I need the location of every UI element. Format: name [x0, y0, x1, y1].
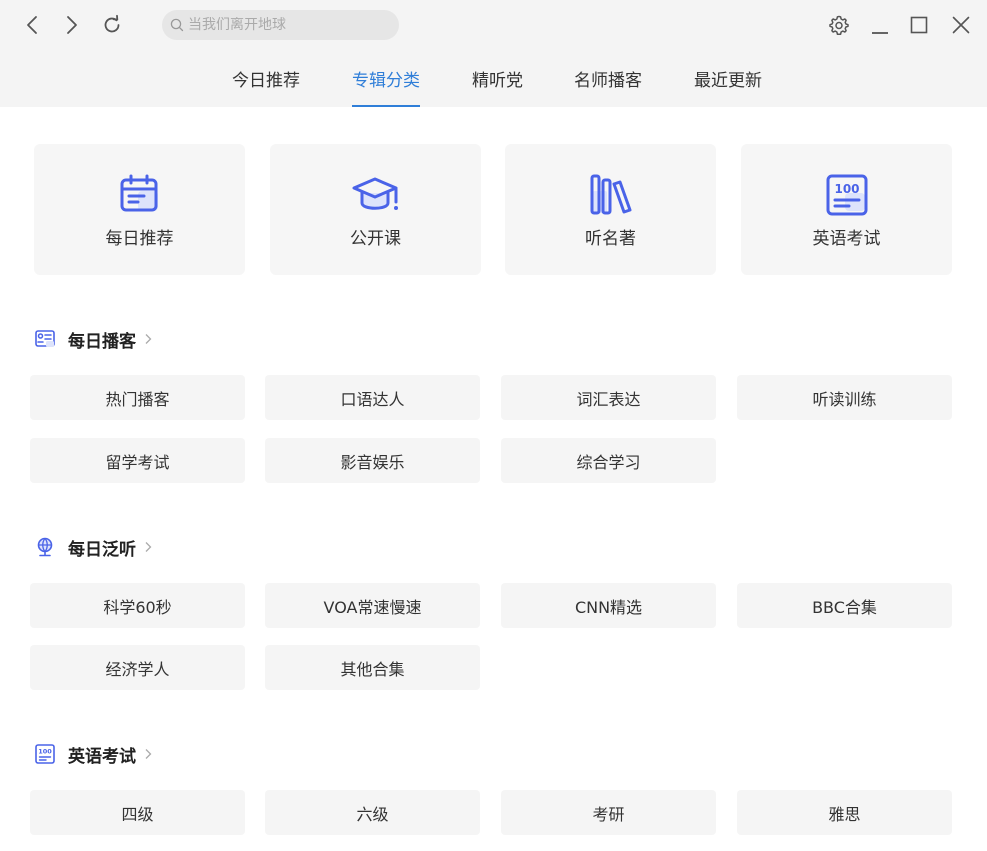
- exam-100-icon: 100: [35, 744, 55, 764]
- section-title: 每日泛听: [68, 539, 136, 560]
- refresh-icon: [104, 14, 120, 33]
- chip-other-collections[interactable]: 其他合集: [265, 645, 480, 690]
- chevron-left-icon: [27, 16, 37, 34]
- category-label: 公开课: [350, 229, 401, 249]
- tab-bar: 今日推荐 专辑分类 精听党 名师播客 最近更新: [0, 66, 987, 107]
- podcast-card-icon: [35, 330, 55, 347]
- section-header-english-exam[interactable]: 100 英语考试: [34, 741, 154, 767]
- chip-vocabulary[interactable]: 词汇表达: [501, 375, 716, 420]
- chevron-right-icon: [145, 749, 152, 759]
- tab-teacher-podcasts[interactable]: 名师播客: [574, 66, 642, 107]
- search-icon: [170, 18, 184, 32]
- exam-100-icon: 100: [826, 174, 867, 216]
- maximize-icon: [910, 16, 928, 34]
- chip-cnn[interactable]: CNN精选: [501, 583, 716, 628]
- chip-ielts[interactable]: 雅思: [737, 790, 952, 835]
- category-card-english-exam[interactable]: 100 英语考试: [741, 144, 952, 275]
- chip-general-study[interactable]: 综合学习: [501, 438, 716, 483]
- chip-economist[interactable]: 经济学人: [30, 645, 245, 690]
- svg-text:100: 100: [834, 182, 859, 196]
- category-card-classics[interactable]: 听名著: [505, 144, 716, 275]
- active-tab-underline: [352, 105, 420, 107]
- chip-study-abroad[interactable]: 留学考试: [30, 438, 245, 483]
- svg-text:100: 100: [38, 748, 52, 756]
- search-input[interactable]: [188, 17, 388, 33]
- chip-entertainment[interactable]: 影音娱乐: [265, 438, 480, 483]
- close-icon: [952, 16, 970, 34]
- category-card-open-course[interactable]: 公开课: [270, 144, 481, 275]
- graduation-cap-icon: [352, 177, 398, 210]
- title-bar: 今日推荐 专辑分类 精听党 名师播客 最近更新: [0, 0, 987, 107]
- section-title: 每日播客: [68, 331, 136, 352]
- chip-speaking[interactable]: 口语达人: [265, 375, 480, 420]
- chip-cet4[interactable]: 四级: [30, 790, 245, 835]
- settings-button[interactable]: [826, 12, 852, 38]
- books-icon: [590, 174, 631, 215]
- forward-button[interactable]: [58, 12, 84, 38]
- chip-voa[interactable]: VOA常速慢速: [265, 583, 480, 628]
- maximize-button[interactable]: [906, 12, 932, 38]
- close-button[interactable]: [948, 12, 974, 38]
- section-title: 英语考试: [68, 746, 136, 767]
- section-header-daily-podcast[interactable]: 每日播客: [34, 326, 154, 352]
- minimize-button[interactable]: [867, 12, 893, 38]
- chevron-right-icon: [145, 542, 152, 552]
- section-header-daily-extensive[interactable]: 每日泛听: [34, 534, 154, 560]
- calendar-icon: [120, 174, 158, 212]
- tab-today-recommend[interactable]: 今日推荐: [232, 66, 300, 107]
- minimize-icon: [872, 32, 888, 34]
- tab-album-categories[interactable]: 专辑分类: [352, 66, 420, 107]
- chip-bbc[interactable]: BBC合集: [737, 583, 952, 628]
- chevron-right-icon: [67, 16, 77, 34]
- search-bar[interactable]: [162, 10, 399, 40]
- chevron-right-icon: [145, 334, 152, 344]
- category-label: 英语考试: [812, 229, 881, 249]
- tab-intensive-listening[interactable]: 精听党: [472, 66, 523, 107]
- chip-hot-podcast[interactable]: 热门播客: [30, 375, 245, 420]
- tab-recent-updates[interactable]: 最近更新: [694, 66, 762, 107]
- chip-cet6[interactable]: 六级: [265, 790, 480, 835]
- back-button[interactable]: [20, 12, 46, 38]
- category-card-daily-recommend[interactable]: 每日推荐: [34, 144, 245, 275]
- chip-listen-read[interactable]: 听读训练: [737, 375, 952, 420]
- globe-icon: [37, 537, 53, 557]
- category-label: 每日推荐: [105, 229, 174, 249]
- refresh-button[interactable]: [99, 12, 125, 38]
- chip-postgraduate[interactable]: 考研: [501, 790, 716, 835]
- category-label: 听名著: [585, 229, 636, 249]
- gear-icon: [829, 15, 849, 35]
- chip-science-60s[interactable]: 科学60秒: [30, 583, 245, 628]
